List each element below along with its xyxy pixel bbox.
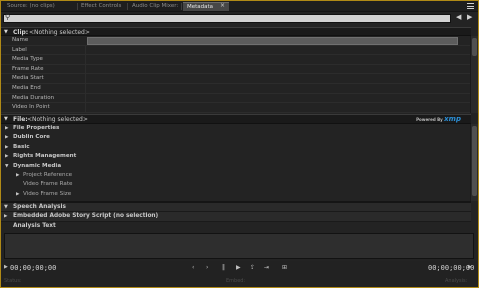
field-value: [85, 84, 472, 93]
analysis-text-row: Analysis Text: [1, 221, 471, 233]
record-icon[interactable]: ⊞: [282, 264, 287, 271]
next-arrow-icon[interactable]: ▶: [467, 13, 472, 21]
file-label: File:: [13, 116, 28, 123]
clip-row: Media Start: [1, 74, 471, 84]
field-value: [85, 45, 472, 55]
expand-triangle-icon[interactable]: ▶: [16, 190, 19, 199]
field-label: Media End: [12, 85, 41, 91]
play-indicator-icon: ▶: [4, 264, 8, 270]
in-timecode[interactable]: 00;00;00;00: [10, 264, 56, 272]
expand-triangle-icon[interactable]: ▶: [5, 152, 8, 161]
tab-divider: [77, 3, 78, 10]
analysis-label: Analysis:: [445, 278, 468, 284]
dynamic-media-row[interactable]: ▼ Dynamic Media: [1, 162, 471, 171]
clip-scrollbar[interactable]: [470, 36, 478, 113]
collapse-triangle-icon[interactable]: ▼: [4, 115, 8, 124]
search-input[interactable]: [3, 14, 451, 23]
name-value-field[interactable]: [87, 36, 458, 45]
play-icon[interactable]: ▶: [236, 264, 241, 271]
file-value: <Nothing selected>: [27, 116, 88, 123]
overwrite-icon[interactable]: ⇥: [264, 264, 269, 271]
analysis-text-label: Analysis Text: [13, 223, 56, 229]
tab-effect-controls[interactable]: Effect Controls: [81, 2, 121, 11]
clip-row: Media Type: [1, 55, 471, 65]
section-label: Dublin Core: [13, 134, 50, 141]
expand-triangle-icon[interactable]: ▶: [5, 133, 8, 142]
search-icon: ⚲: [5, 13, 11, 21]
tab-divider: [127, 3, 128, 10]
scrollbar-thumb[interactable]: [472, 38, 477, 56]
section-label: Video Frame Rate: [23, 181, 73, 188]
embed-label: Embed:: [226, 278, 246, 284]
field-label: Media Start: [12, 75, 44, 82]
section-label: Dynamic Media: [13, 162, 62, 169]
powered-by-xmp-logo: Powered By xmp: [416, 115, 461, 123]
tab-audio-clip-mixer[interactable]: Audio Clip Mixer:: [132, 2, 178, 11]
clip-row: Frame Rate: [1, 64, 472, 75]
step-back-icon[interactable]: ‹: [192, 264, 194, 271]
pause-icon[interactable]: ‖: [222, 264, 225, 271]
section-label: Rights Management: [13, 153, 77, 160]
analysis-text-area[interactable]: [4, 233, 474, 259]
story-script-label: Embedded Adobe Story Script (no selectio…: [13, 213, 159, 219]
expand-triangle-icon[interactable]: ▶: [16, 171, 19, 180]
field-value: [85, 64, 472, 74]
expand-triangle-icon[interactable]: ▶: [5, 124, 8, 133]
collapse-triangle-icon[interactable]: ▼: [5, 162, 8, 171]
story-script-row[interactable]: ▶ Embedded Adobe Story Script (no select…: [1, 211, 471, 221]
tab-bar: Source: (no clips) Effect Controls Audio…: [1, 1, 478, 12]
clip-row: Media Duration: [1, 93, 472, 104]
step-forward-icon[interactable]: ›: [206, 264, 208, 271]
export-icon[interactable]: ⇪: [250, 264, 255, 271]
rights-management-row[interactable]: ▶ Rights Management: [1, 152, 471, 161]
section-label: Video Frame Size: [23, 190, 72, 197]
field-value: [85, 93, 472, 103]
field-value: [85, 55, 472, 64]
dublin-core-row[interactable]: ▶ Dublin Core: [1, 133, 471, 142]
field-label: Media Type: [12, 56, 43, 63]
section-label: Project Reference: [23, 172, 73, 178]
close-icon[interactable]: ×: [220, 2, 225, 9]
clip-row-name[interactable]: Name: [1, 36, 471, 46]
panel-menu-icon[interactable]: [467, 3, 474, 9]
project-reference-row[interactable]: ▶ Project Reference: [1, 171, 471, 180]
section-label: Basic: [13, 143, 30, 150]
expand-triangle-icon[interactable]: ▶: [5, 143, 8, 152]
video-frame-rate-row[interactable]: Video Frame Rate: [1, 180, 471, 189]
previous-arrow-icon[interactable]: ◀: [456, 13, 461, 21]
scrollbar-thumb[interactable]: [472, 126, 477, 196]
clip-row: Label: [1, 45, 472, 56]
file-scrollbar[interactable]: [470, 124, 478, 201]
clip-section-header[interactable]: ▼ Clip: <Nothing selected>: [1, 27, 471, 36]
field-value: [85, 103, 472, 112]
video-frame-size-row[interactable]: ▶ Video Frame Size: [1, 190, 471, 199]
field-label: Name: [12, 37, 29, 43]
clip-row: Video In Point: [1, 103, 471, 113]
file-properties-row[interactable]: ▶ File Properties: [1, 124, 471, 133]
field-value: [85, 74, 472, 83]
tab-divider: [181, 3, 182, 10]
status-label: Status:: [4, 278, 22, 284]
section-label: File Properties: [13, 125, 60, 131]
expand-triangle-icon[interactable]: ▶: [4, 212, 7, 221]
play-indicator-icon: ▶: [468, 264, 472, 270]
basic-row[interactable]: ▶ Basic: [1, 143, 471, 152]
field-label: Frame Rate: [12, 65, 44, 72]
field-label: Video In Point: [12, 104, 50, 111]
tab-source[interactable]: Source: (no clips): [7, 2, 55, 11]
field-label: Label: [12, 46, 27, 53]
clip-row: Media End: [1, 84, 471, 94]
field-label: Media Duration: [12, 94, 55, 101]
file-section-header[interactable]: ▼ File: <Nothing selected> Powered By xm…: [1, 114, 471, 124]
